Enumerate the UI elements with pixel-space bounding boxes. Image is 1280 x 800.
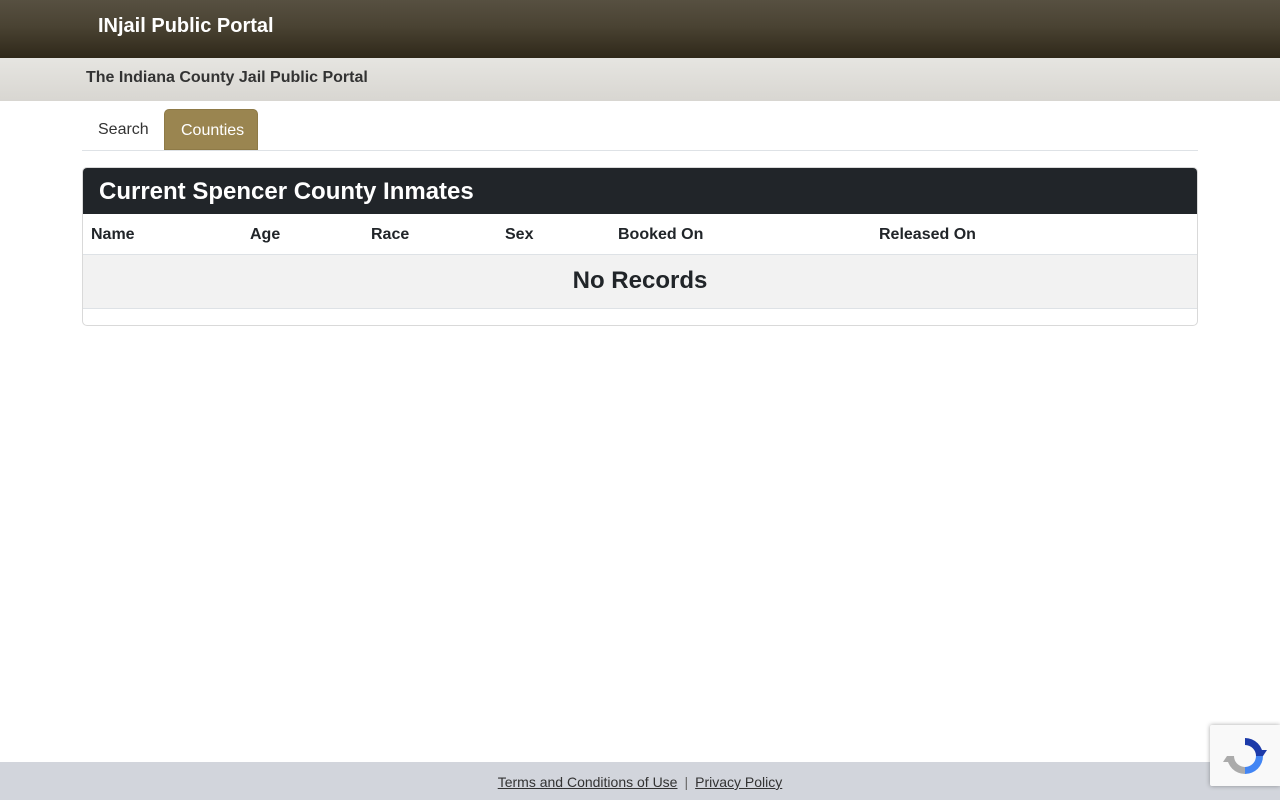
brand-link[interactable]: INjail Public Portal	[98, 14, 274, 38]
card-title: Current Spencer County Inmates	[99, 178, 474, 205]
recaptcha-badge[interactable]	[1210, 725, 1280, 786]
column-header-sex[interactable]: Sex	[505, 225, 533, 245]
table-row-empty: No Records	[83, 255, 1197, 309]
recaptcha-icon	[1223, 738, 1267, 774]
subheader-title: The Indiana County Jail Public Portal	[86, 69, 368, 86]
top-navbar: INjail Public Portal	[0, 0, 1280, 58]
privacy-policy-link[interactable]: Privacy Policy	[695, 774, 782, 790]
column-header-name[interactable]: Name	[91, 225, 135, 245]
terms-link[interactable]: Terms and Conditions of Use	[498, 774, 678, 790]
footer: Terms and Conditions of Use | Privacy Poli…	[0, 762, 1280, 800]
page: INjail Public Portal The Indiana County …	[0, 0, 1280, 800]
inmates-card: Current Spencer County Inmates Name Age …	[82, 167, 1198, 326]
column-header-released-on[interactable]: Released On	[879, 225, 976, 245]
subheader: The Indiana County Jail Public Portal	[0, 58, 1280, 101]
tab-counties[interactable]: Counties	[164, 109, 258, 150]
card-header: Current Spencer County Inmates	[83, 168, 1197, 214]
column-header-race[interactable]: Race	[371, 225, 409, 245]
tab-search[interactable]: Search	[82, 109, 162, 150]
column-header-booked-on[interactable]: Booked On	[618, 225, 703, 245]
table-header-row: Name Age Race Sex Booked On Released On	[83, 214, 1197, 255]
footer-separator: |	[684, 774, 689, 790]
column-header-age[interactable]: Age	[250, 225, 280, 245]
tab-bar: Search Counties	[82, 109, 1198, 151]
footer-links: Terms and Conditions of Use | Privacy Poli…	[0, 773, 1280, 791]
no-records-message: No Records	[572, 267, 708, 294]
